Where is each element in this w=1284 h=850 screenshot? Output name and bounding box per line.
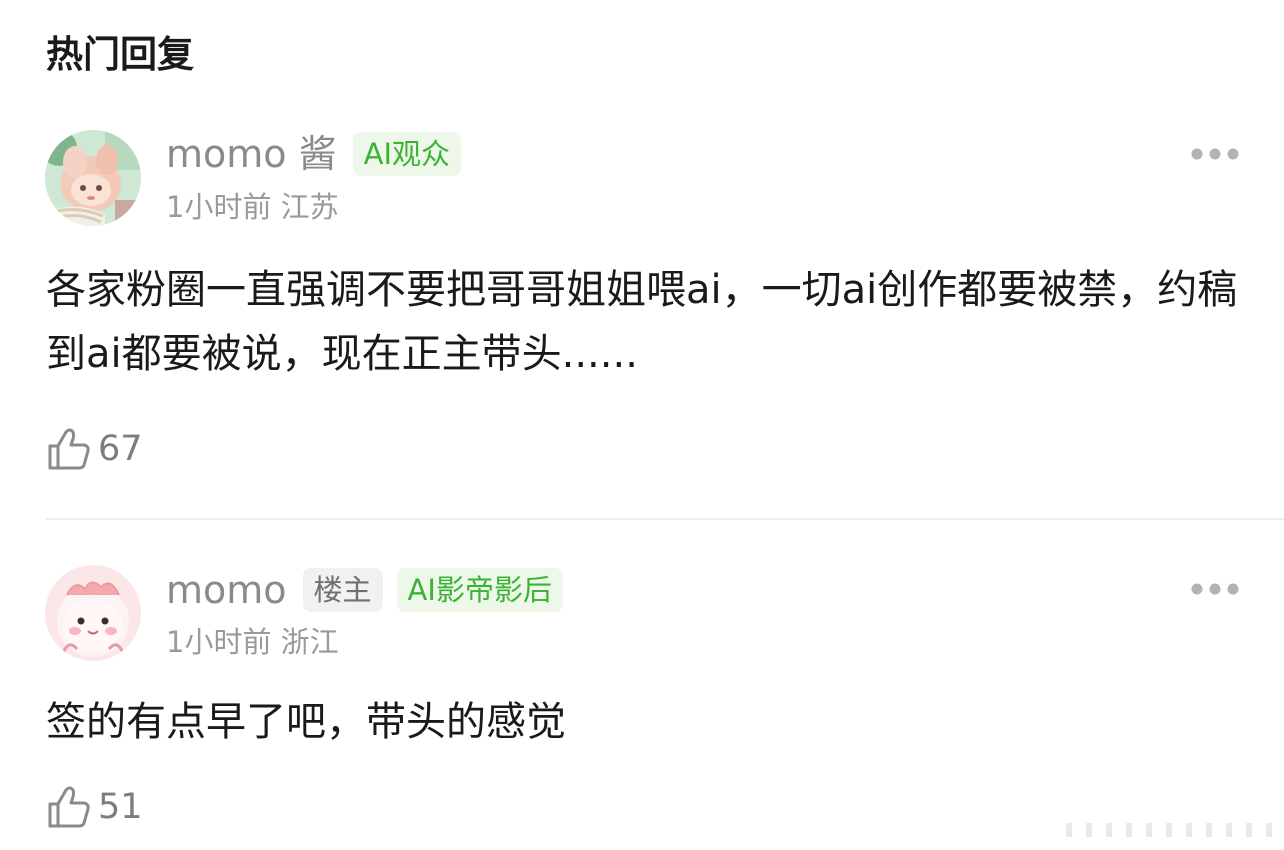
username[interactable]: momo 酱 bbox=[166, 130, 337, 178]
thumbs-up-icon bbox=[48, 786, 90, 828]
name-row: momo 酱 AI观众 bbox=[166, 130, 462, 178]
avatar[interactable] bbox=[45, 130, 141, 226]
user-badge: AI观众 bbox=[352, 132, 462, 176]
user-badge: AI影帝影后 bbox=[396, 568, 563, 612]
comment-location: 江苏 bbox=[280, 190, 339, 224]
like-count: 67 bbox=[98, 429, 143, 469]
watermark-stripes bbox=[1058, 823, 1284, 837]
like-count: 51 bbox=[98, 787, 143, 827]
comment-meta: 1小时前 浙江 bbox=[166, 624, 339, 660]
like-button[interactable]: 51 bbox=[46, 782, 143, 832]
comment-time: 1小时前 bbox=[166, 625, 272, 659]
comments-page: 热门回复 momo 酱 AI观众 1小时前 江苏 各家粉圈一直强调不要把哥哥姐姐… bbox=[0, 0, 1284, 850]
comment-time: 1小时前 bbox=[166, 190, 272, 224]
comment-divider bbox=[46, 518, 1284, 520]
comment-meta: 1小时前 江苏 bbox=[166, 189, 339, 225]
avatar[interactable] bbox=[45, 565, 141, 661]
comment-text: 签的有点早了吧，带头的感觉 bbox=[46, 699, 566, 745]
pink-cartoon-avatar-icon bbox=[45, 565, 141, 661]
thumbs-up-icon bbox=[48, 428, 90, 470]
more-dots-icon[interactable] bbox=[1190, 581, 1240, 597]
like-button[interactable]: 67 bbox=[46, 424, 143, 474]
anime-character-avatar-icon bbox=[45, 130, 141, 226]
section-title: 热门回复 bbox=[46, 33, 194, 76]
username[interactable]: momo bbox=[166, 566, 287, 614]
name-row: momo 楼主 AI影帝影后 bbox=[166, 566, 563, 614]
more-dots-icon[interactable] bbox=[1190, 146, 1240, 162]
comment-location: 浙江 bbox=[280, 625, 339, 659]
op-badge: 楼主 bbox=[302, 568, 383, 612]
comment-text: 各家粉圈一直强调不要把哥哥姐姐喂ai，一切ai创作都要被禁，约稿到ai都要被说，… bbox=[46, 267, 1238, 377]
